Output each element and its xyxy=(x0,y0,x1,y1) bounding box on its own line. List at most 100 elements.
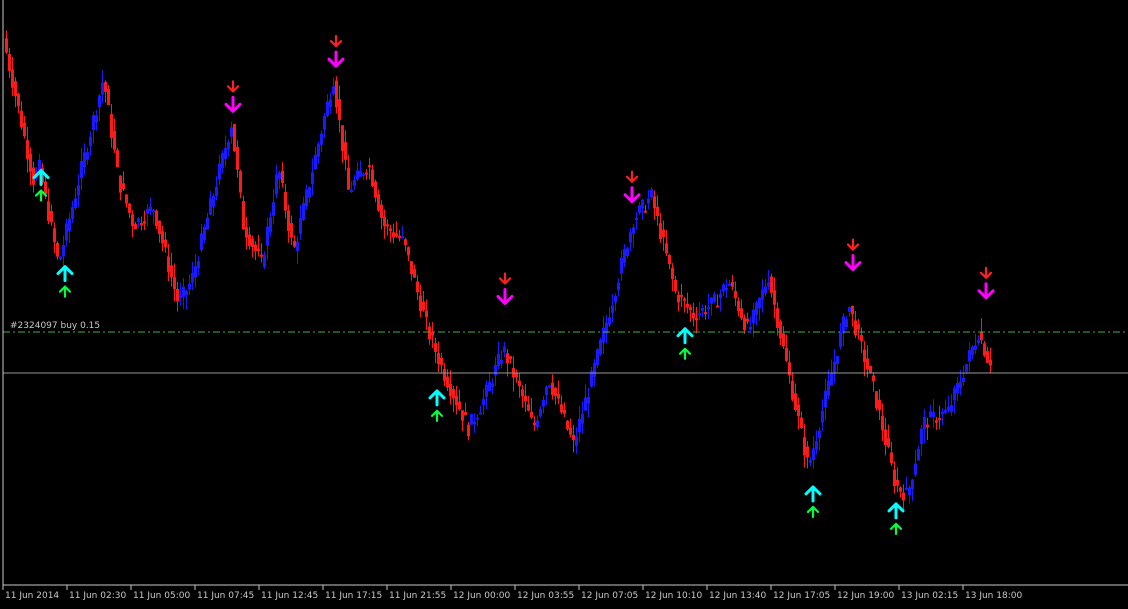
candle-bear xyxy=(248,234,251,246)
candle-bear xyxy=(236,146,239,170)
candle-bull xyxy=(188,283,191,290)
candle-bull xyxy=(536,420,539,428)
candle-bull xyxy=(824,390,827,408)
candle-bear xyxy=(389,228,392,232)
candle-bull xyxy=(269,217,272,232)
candle-bear xyxy=(716,305,719,308)
candle-bear xyxy=(413,269,416,278)
candle-bear xyxy=(773,290,776,305)
candle-bear xyxy=(5,38,8,53)
candle-bull xyxy=(575,436,578,447)
candle-bear xyxy=(458,401,461,410)
candle-bull xyxy=(635,217,638,221)
candle-bull xyxy=(203,226,206,241)
candle-bull xyxy=(473,421,476,425)
candle-bull xyxy=(218,163,221,180)
candle-bear xyxy=(449,384,452,396)
candle-bull xyxy=(101,82,104,95)
candle-bear xyxy=(134,224,137,230)
candle-bear xyxy=(989,359,992,366)
candle-bull xyxy=(401,236,404,239)
candle-bear xyxy=(527,404,530,411)
x-tick-label: 12 Jun 19:00 xyxy=(837,591,894,601)
candle-bull xyxy=(767,282,770,287)
candle-bear xyxy=(128,203,131,213)
candle-bear xyxy=(734,291,737,299)
candle-bear xyxy=(53,228,56,243)
candle-bear xyxy=(104,82,107,92)
candle-bear xyxy=(854,320,857,336)
candle-bull xyxy=(137,218,140,223)
candle-bull xyxy=(839,331,842,348)
candle-bear xyxy=(704,312,707,315)
candle-bear xyxy=(122,183,125,189)
candle-bear xyxy=(245,227,248,238)
candle-bear xyxy=(935,420,938,423)
candle-bull xyxy=(587,396,590,404)
candle-bull xyxy=(146,208,149,214)
candle-bull xyxy=(608,317,611,325)
candle-bull xyxy=(497,353,500,367)
candle-bull xyxy=(593,362,596,378)
candle-bear xyxy=(524,395,527,402)
candle-bear xyxy=(743,317,746,330)
x-tick-label: 12 Jun 03:55 xyxy=(517,591,574,601)
candle-bull xyxy=(278,172,281,179)
candle-bull xyxy=(488,381,491,392)
candle-bull xyxy=(491,383,494,388)
candle-bull xyxy=(842,316,845,334)
candle-bull xyxy=(332,86,335,95)
candle-bull xyxy=(581,413,584,424)
candle-bull xyxy=(539,408,542,417)
candle-bear xyxy=(683,298,686,301)
candle-bull xyxy=(809,460,812,464)
candle-bull xyxy=(611,305,614,314)
candle-bull xyxy=(836,356,839,365)
candle-bull xyxy=(206,217,209,230)
candle-bear xyxy=(521,389,524,397)
candle-bear xyxy=(740,308,743,319)
price-chart[interactable]: #2324097 buy 0.15 11 Jun 2014 11 Jun 02:3… xyxy=(0,0,1128,605)
candle-bear xyxy=(791,380,794,400)
candle-bear xyxy=(557,393,560,399)
x-tick-label: 11 Jun 07:45 xyxy=(197,591,254,601)
candle-bear xyxy=(434,343,437,352)
candle-bear xyxy=(242,201,245,230)
candle-bull xyxy=(845,319,848,328)
candle-bull xyxy=(956,382,959,394)
candle-bull xyxy=(83,152,86,168)
candle-bull xyxy=(74,198,77,209)
candle-bear xyxy=(254,244,257,252)
candle-bull xyxy=(215,186,218,197)
candle-bull xyxy=(650,189,653,198)
candle-bear xyxy=(776,308,779,328)
candle-bear xyxy=(293,240,296,247)
candle-bull xyxy=(578,418,581,433)
candle-bear xyxy=(461,410,464,421)
candle-bear xyxy=(902,492,905,501)
candle-bear xyxy=(530,412,533,418)
candle-bull xyxy=(959,381,962,389)
candle-bear xyxy=(659,223,662,240)
candle-bull xyxy=(962,377,965,382)
candle-bear xyxy=(437,352,440,365)
candle-bear xyxy=(440,357,443,365)
candle-bull xyxy=(209,198,212,215)
candle-bull xyxy=(965,363,968,372)
candle-bear xyxy=(509,356,512,360)
candle-bull xyxy=(500,359,503,364)
candle-bear xyxy=(464,412,467,416)
candle-bull xyxy=(308,187,311,198)
candle-bear xyxy=(551,382,554,395)
candle-bull xyxy=(68,218,71,232)
chart-background xyxy=(0,0,1128,605)
candle-bear xyxy=(410,261,413,275)
candle-bull xyxy=(152,210,155,213)
candle-bear xyxy=(857,324,860,330)
candle-bull xyxy=(266,226,269,246)
candle-bull xyxy=(62,245,65,257)
chart-canvas[interactable]: #2324097 buy 0.15 11 Jun 2014 11 Jun 02:3… xyxy=(0,0,1128,605)
candle-bull xyxy=(815,440,818,450)
candle-bull xyxy=(194,266,197,278)
candle-bull xyxy=(812,448,815,460)
